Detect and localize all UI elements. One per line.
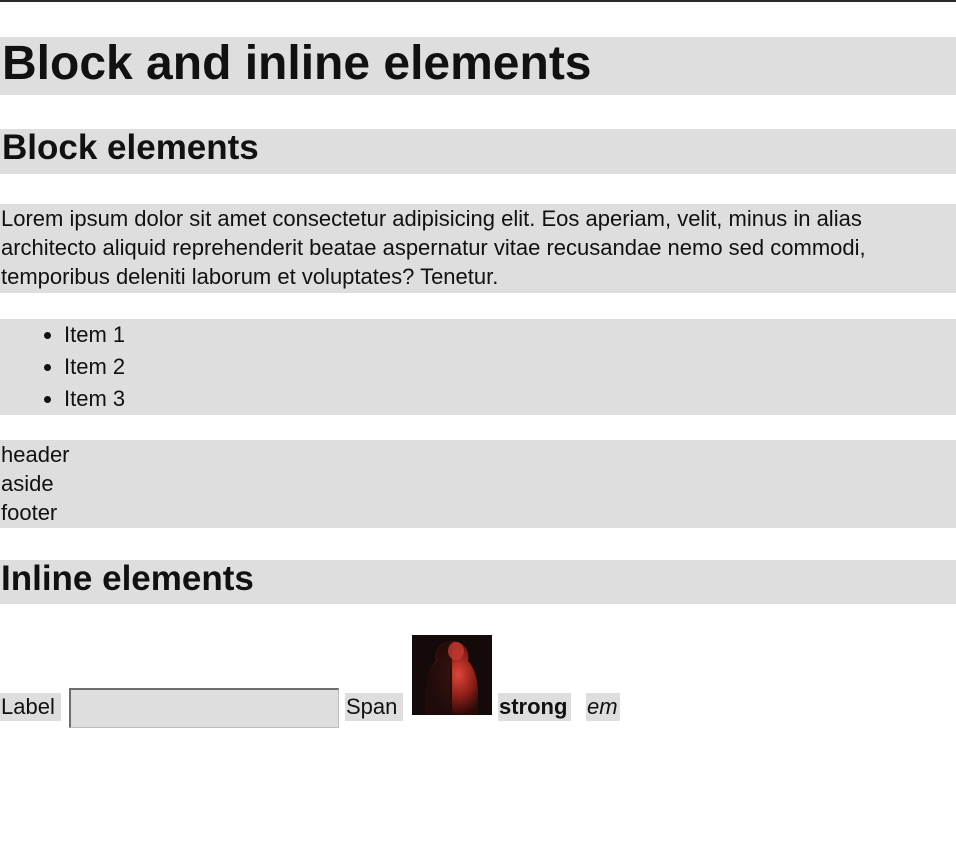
list-item: Item 2	[44, 351, 956, 383]
top-border	[0, 0, 956, 2]
page-title: Block and inline elements	[0, 37, 956, 95]
text-input[interactable]	[69, 688, 339, 728]
portrait-image	[412, 635, 492, 715]
aside-block: aside	[1, 471, 54, 496]
list-item: Item 3	[44, 383, 956, 415]
em-element: em	[586, 693, 620, 721]
lorem-paragraph: Lorem ipsum dolor sit amet consectetur a…	[0, 204, 956, 293]
footer-block: footer	[1, 500, 58, 525]
list-item: Item 1	[44, 319, 956, 351]
item-list: Item 1 Item 2 Item 3	[0, 319, 956, 415]
inline-elements-heading: Inline elements	[0, 560, 956, 604]
block-elements-heading: Block elements	[0, 129, 956, 174]
header-block: header	[1, 442, 70, 467]
span-element: Span	[345, 693, 404, 721]
input-label: Label	[0, 693, 61, 721]
strong-element: strong	[498, 693, 572, 721]
semantic-blocks: header aside footer	[0, 440, 956, 528]
inline-elements-row: Label Span strong em	[0, 635, 956, 730]
